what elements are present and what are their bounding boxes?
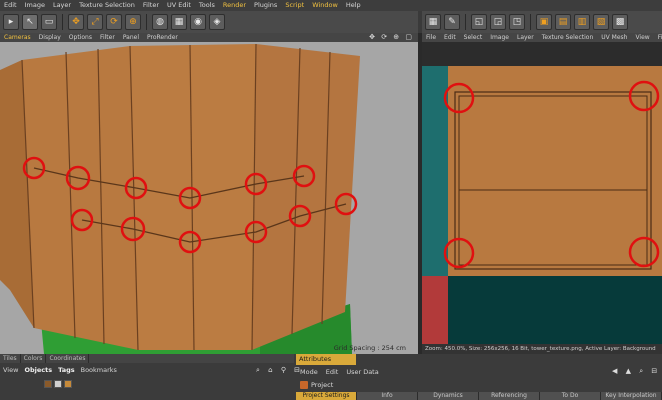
tab-info[interactable]: Info bbox=[357, 392, 418, 400]
attributes-menu-edit[interactable]: Edit bbox=[322, 368, 343, 376]
play-icon[interactable]: ▸ bbox=[3, 14, 19, 30]
select-arrow-icon[interactable]: ↖ bbox=[22, 14, 38, 30]
tab-to-do[interactable]: To Do bbox=[540, 392, 601, 400]
attributes-menu-user-data[interactable]: User Data bbox=[342, 368, 382, 376]
attributes-toolbar-icons[interactable]: ◀ ▲ ⌕ ⊟ bbox=[612, 367, 660, 376]
menu-layer[interactable]: Layer bbox=[49, 0, 75, 11]
checker-tag-icon[interactable] bbox=[54, 380, 62, 388]
uv-rotate-icon[interactable]: ▥ bbox=[574, 14, 590, 30]
uv-edge-icon[interactable]: ◲ bbox=[490, 14, 506, 30]
viewport-nav-icons[interactable]: ✥ ⟳ ⊕ ▢ bbox=[369, 33, 414, 42]
project-label: Project bbox=[311, 380, 334, 389]
tab-dynamics[interactable]: Dynamics bbox=[418, 392, 479, 400]
uv-menu: File Edit Select Image Layer Texture Sel… bbox=[422, 33, 662, 42]
project-sub-tabs: Project Settings Info Dynamics Referenci… bbox=[296, 392, 662, 400]
viewport-menu-display[interactable]: Display bbox=[35, 33, 65, 42]
menu-bar: Edit Image Layer Texture Selection Filte… bbox=[0, 0, 662, 11]
objects-menu-bookmarks[interactable]: Bookmarks bbox=[78, 366, 120, 374]
toolbar-separator bbox=[530, 14, 531, 30]
toolbar-separator bbox=[62, 14, 63, 30]
material-tag-icon[interactable] bbox=[64, 380, 72, 388]
attributes-menu: Mode Edit User Data bbox=[296, 367, 662, 377]
uv-grid-icon[interactable]: ▩ bbox=[612, 14, 628, 30]
scale-icon[interactable]: ⤢ bbox=[87, 14, 103, 30]
toolbar-separator bbox=[465, 14, 466, 30]
viewport-menu-prorender[interactable]: ProRender bbox=[143, 33, 182, 42]
uv-menu-edit[interactable]: Edit bbox=[440, 33, 460, 42]
uv-menu-filter[interactable]: Filter bbox=[654, 33, 662, 42]
uv-status-bar: Zoom: 450.0%, Size: 256x256, 16 Bit, tow… bbox=[422, 344, 662, 354]
objects-menu-tags[interactable]: Tags bbox=[55, 366, 78, 374]
uv-bg-red bbox=[422, 276, 448, 344]
live-selection-icon[interactable]: ◍ bbox=[152, 14, 168, 30]
uv-toolbar: ▦ ✎ ◱ ◲ ◳ ▣ ▤ ▥ ▧ ▩ bbox=[422, 11, 662, 33]
points-mode-icon[interactable]: ◉ bbox=[190, 14, 206, 30]
edges-mode-icon[interactable]: ◈ bbox=[209, 14, 225, 30]
uv-editor-view[interactable]: Zoom: 450.0%, Size: 256x256, 16 Bit, tow… bbox=[422, 42, 662, 354]
uv-menu-texture-selection[interactable]: Texture Selection bbox=[538, 33, 598, 42]
main-toolbar: ▸ ↖ ▭ ✥ ⤢ ⟳ ⊕ ◍ ▦ ◉ ◈ bbox=[0, 11, 418, 33]
tower-face-left bbox=[22, 46, 138, 350]
uv-menu-file[interactable]: File bbox=[422, 33, 440, 42]
objects-menu-objects[interactable]: Objects bbox=[21, 366, 55, 374]
uv-move-icon[interactable]: ▣ bbox=[536, 14, 552, 30]
tab-referencing[interactable]: Referencing bbox=[479, 392, 540, 400]
uv-menu-image[interactable]: Image bbox=[486, 33, 513, 42]
uv-scale-icon[interactable]: ▤ bbox=[555, 14, 571, 30]
bottom-panels: Tiles Colors Coordinates View Objects Ta… bbox=[0, 354, 662, 400]
uv-bg-darkteal bbox=[448, 276, 662, 344]
tab-coordinates[interactable]: Coordinates bbox=[46, 354, 90, 363]
texture-tag-icon[interactable] bbox=[44, 380, 52, 388]
object-row[interactable] bbox=[0, 378, 294, 390]
checker-icon[interactable]: ▦ bbox=[425, 14, 441, 30]
viewport-menu-cameras[interactable]: Cameras bbox=[0, 33, 35, 42]
menu-window[interactable]: Window bbox=[308, 0, 342, 11]
project-row[interactable]: Project bbox=[300, 379, 333, 390]
menu-filter[interactable]: Filter bbox=[139, 0, 163, 11]
manager-tabs: Tiles Colors Coordinates bbox=[0, 354, 294, 363]
menu-help[interactable]: Help bbox=[342, 0, 365, 11]
menu-image[interactable]: Image bbox=[21, 0, 49, 11]
brush-icon[interactable]: ✎ bbox=[444, 14, 460, 30]
uv-point-icon[interactable]: ◳ bbox=[509, 14, 525, 30]
menu-edit[interactable]: Edit bbox=[0, 0, 21, 11]
tab-key-interpolation[interactable]: Key Interpolation bbox=[601, 392, 662, 400]
tab-colors[interactable]: Colors bbox=[21, 354, 47, 363]
objects-menu: View Objects Tags Bookmarks bbox=[0, 365, 294, 375]
tab-project-settings[interactable]: Project Settings bbox=[296, 392, 357, 400]
menu-texture-selection[interactable]: Texture Selection bbox=[75, 0, 139, 11]
uv-polygon-icon[interactable]: ◱ bbox=[471, 14, 487, 30]
viewport-menu-filter[interactable]: Filter bbox=[96, 33, 119, 42]
grid-spacing-label: Grid Spacing : 254 cm bbox=[333, 344, 406, 352]
3d-viewport[interactable]: Grid Spacing : 254 cm bbox=[0, 42, 418, 354]
move-icon[interactable]: ✥ bbox=[68, 14, 84, 30]
viewport-menu: Cameras Display Options Filter Panel Pro… bbox=[0, 33, 418, 42]
tower-face-right bbox=[252, 44, 360, 350]
viewport-menu-options[interactable]: Options bbox=[65, 33, 96, 42]
menu-render[interactable]: Render bbox=[219, 0, 250, 11]
viewport-menu-panel[interactable]: Panel bbox=[119, 33, 143, 42]
polygon-mode-icon[interactable]: ▦ bbox=[171, 14, 187, 30]
uv-menu-view[interactable]: View bbox=[631, 33, 653, 42]
toolbar-separator bbox=[146, 14, 147, 30]
uv-transform-icon[interactable]: ▧ bbox=[593, 14, 609, 30]
menu-tools[interactable]: Tools bbox=[195, 0, 219, 11]
menu-script[interactable]: Script bbox=[281, 0, 308, 11]
axis-icon[interactable]: ⊕ bbox=[125, 14, 141, 30]
menu-plugins[interactable]: Plugins bbox=[250, 0, 281, 11]
attributes-tab[interactable]: Attributes bbox=[296, 354, 356, 365]
rotate-icon[interactable]: ⟳ bbox=[106, 14, 122, 30]
objects-menu-view[interactable]: View bbox=[0, 366, 21, 374]
tab-tiles[interactable]: Tiles bbox=[0, 354, 21, 363]
uv-menu-uv-mesh[interactable]: UV Mesh bbox=[597, 33, 631, 42]
uv-menu-layer[interactable]: Layer bbox=[513, 33, 538, 42]
attributes-menu-mode[interactable]: Mode bbox=[296, 368, 322, 376]
uv-menu-select[interactable]: Select bbox=[460, 33, 487, 42]
uv-texture-canvas bbox=[422, 66, 662, 344]
rect-select-icon[interactable]: ▭ bbox=[41, 14, 57, 30]
viewport-scene bbox=[0, 43, 360, 354]
menu-uv-edit[interactable]: UV Edit bbox=[163, 0, 195, 11]
project-icon bbox=[300, 380, 308, 389]
